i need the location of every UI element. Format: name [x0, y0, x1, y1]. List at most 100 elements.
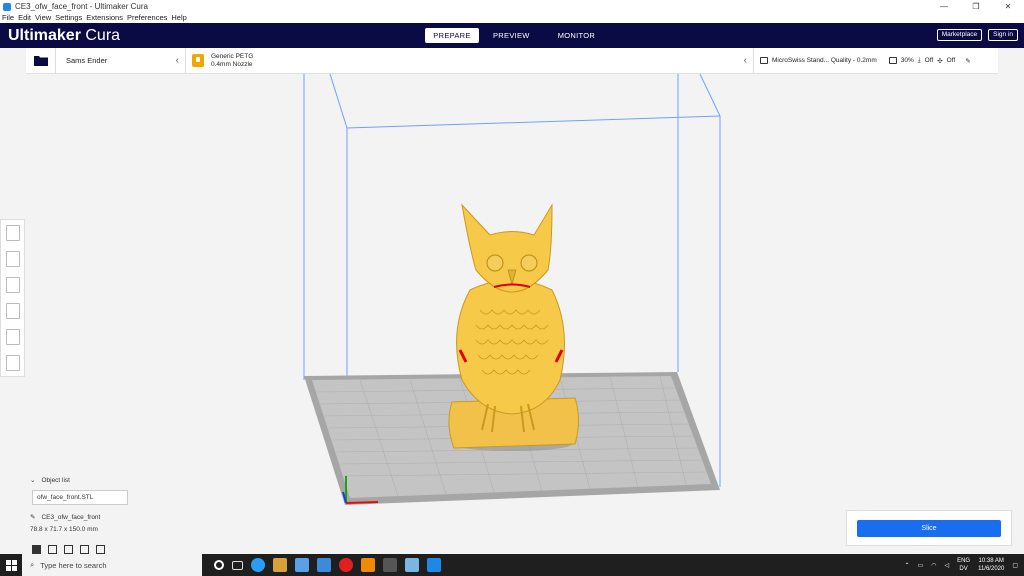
open-file-button[interactable]	[26, 48, 56, 73]
minimize-button[interactable]: —	[928, 2, 960, 11]
view-right-icon[interactable]	[96, 545, 105, 554]
edge-icon[interactable]	[251, 558, 265, 572]
taskbar-apps	[214, 558, 441, 572]
infill-icon	[888, 57, 897, 64]
cura-taskbar-icon[interactable]	[427, 558, 441, 572]
chevron-up-icon[interactable]: ⌃	[904, 562, 909, 569]
extruder-badge-icon	[192, 54, 204, 67]
object-list-panel: ⌄ Object list ofw_face_front.STL ✎ CE3_o…	[30, 474, 210, 554]
store-icon[interactable]	[295, 558, 309, 572]
owl-model[interactable]	[448, 203, 579, 451]
window-title: CE3_ofw_face_front - Ultimaker Cura	[15, 2, 148, 11]
menu-preferences[interactable]: Preferences	[127, 13, 167, 23]
scale-tool-icon[interactable]	[5, 251, 20, 267]
brand-logo: Ultimaker Cura	[8, 27, 188, 45]
stage-tabs: PREPARE PREVIEW MONITOR	[425, 28, 609, 43]
search-icon: ⌕	[30, 560, 35, 569]
battery-icon[interactable]: ▭	[918, 562, 924, 569]
photos-icon[interactable]	[273, 558, 287, 572]
print-settings-selector[interactable]: MicroSwiss Stand... Quality - 0.2mm 30% …	[754, 48, 998, 73]
per-model-settings-icon[interactable]	[5, 329, 20, 345]
adhesion-value: Off	[946, 57, 956, 64]
rotate-tool-icon[interactable]	[5, 277, 20, 293]
slice-button[interactable]: Slice	[857, 519, 1001, 537]
maximize-button[interactable]: ❐	[960, 2, 992, 11]
folder-icon	[33, 56, 48, 66]
printer-name: Sams Ender	[66, 56, 108, 65]
printer-selector[interactable]: Sams Ender ‹	[56, 48, 186, 73]
search-placeholder: Type here to search	[40, 560, 107, 570]
profile-icon	[760, 57, 768, 64]
move-tool-icon[interactable]	[5, 225, 20, 241]
chevron-left-icon: ‹	[743, 55, 747, 66]
mirror-tool-icon[interactable]	[5, 303, 20, 319]
marketplace-button[interactable]: Marketplace	[936, 29, 983, 41]
lang-top: ENG	[957, 558, 971, 564]
windows-logo-icon	[5, 559, 17, 571]
menu-file[interactable]: File	[2, 13, 14, 23]
tab-preview[interactable]: PREVIEW	[479, 28, 544, 43]
notepad-icon[interactable]	[405, 558, 419, 572]
mail-icon[interactable]	[317, 558, 331, 572]
menu-extensions[interactable]: Extensions	[86, 13, 123, 23]
project-name[interactable]: CE3_ofw_face_front	[41, 514, 100, 521]
brand-light: Cura	[80, 26, 121, 44]
sign-in-button[interactable]: Sign in	[988, 29, 1018, 41]
view-front-icon[interactable]	[48, 545, 57, 554]
cortana-icon[interactable]	[214, 560, 224, 570]
chevron-down-icon: ⌄	[30, 477, 36, 484]
menu-edit[interactable]: Edit	[18, 13, 31, 23]
model-dimensions: 78.8 x 71.7 x 150.0 mm	[30, 525, 98, 533]
clock-date: 11/6/2020	[978, 566, 1005, 572]
terminal-icon[interactable]	[383, 558, 397, 572]
taskbar-search[interactable]: ⌕ Type here to search	[22, 554, 202, 576]
x-axis	[345, 501, 379, 504]
menu-settings[interactable]: Settings	[55, 13, 82, 23]
infill-value: 30%	[900, 57, 914, 64]
system-tray: ⌃ ▭ ◠ ◁ ENG DV 10:38 AM 11/6/2020 ▢	[904, 554, 1018, 576]
tool-strip	[0, 219, 25, 377]
material-name: Generic PETG	[211, 52, 254, 60]
volume-icon[interactable]: ◁	[944, 562, 949, 569]
view-top-icon[interactable]	[64, 545, 73, 554]
start-button[interactable]	[0, 554, 22, 576]
tab-monitor[interactable]: MONITOR	[544, 28, 609, 43]
support-value: Off	[924, 57, 934, 64]
pencil-icon: ✎	[965, 57, 971, 65]
pencil-icon: ✎	[30, 514, 36, 521]
close-button[interactable]: ✕	[992, 2, 1024, 11]
vlc-icon[interactable]	[361, 558, 375, 572]
camera-view-buttons	[32, 545, 210, 554]
support-blocker-icon[interactable]	[5, 355, 20, 371]
wifi-icon[interactable]: ◠	[931, 562, 936, 569]
view-3d-icon[interactable]	[32, 545, 41, 554]
lang-bottom: DV	[959, 566, 968, 572]
prepare-toolbar: Sams Ender ‹ Generic PETG 0.4mm Nozzle ‹…	[26, 48, 998, 74]
menu-help[interactable]: Help	[171, 13, 186, 23]
opera-icon[interactable]	[339, 558, 353, 572]
tab-prepare[interactable]: PREPARE	[425, 28, 479, 43]
object-list-header: Object list	[41, 476, 70, 484]
notifications-icon[interactable]: ▢	[1012, 562, 1018, 569]
clock-time: 10:38 AM	[978, 558, 1004, 564]
adhesion-icon: ✣	[937, 57, 943, 65]
window-titlebar: CE3_ofw_face_front - Ultimaker Cura — ❐ …	[0, 0, 1024, 13]
nozzle-size: 0.4mm Nozzle	[211, 60, 253, 68]
view-left-icon[interactable]	[80, 545, 89, 554]
support-icon: ⤓	[917, 56, 921, 64]
slice-panel: Slice	[846, 510, 1012, 546]
chevron-left-icon: ‹	[175, 55, 179, 66]
menu-view[interactable]: View	[35, 13, 51, 23]
object-list-toggle[interactable]: ⌄ Object list	[30, 474, 210, 486]
brand-bold: Ultimaker	[8, 26, 81, 44]
taskbar-clock[interactable]: 10:38 AM 11/6/2020	[978, 557, 1004, 573]
cura-app-icon	[3, 2, 11, 11]
windows-taskbar: ⌕ Type here to search ⌃ ▭ ◠ ◁ ENG DV 10:…	[0, 554, 1024, 576]
material-selector[interactable]: Generic PETG 0.4mm Nozzle ‹	[186, 48, 754, 73]
profile-name: MicroSwiss Stand... Quality - 0.2mm	[772, 57, 877, 64]
object-list-item[interactable]: ofw_face_front.STL	[32, 490, 128, 505]
language-indicator[interactable]: ENG DV	[957, 557, 970, 573]
app-header: Ultimaker Cura PREPARE PREVIEW MONITOR M…	[0, 23, 1024, 48]
menu-bar: File Edit View Settings Extensions Prefe…	[0, 13, 1024, 23]
task-view-icon[interactable]	[232, 560, 243, 570]
